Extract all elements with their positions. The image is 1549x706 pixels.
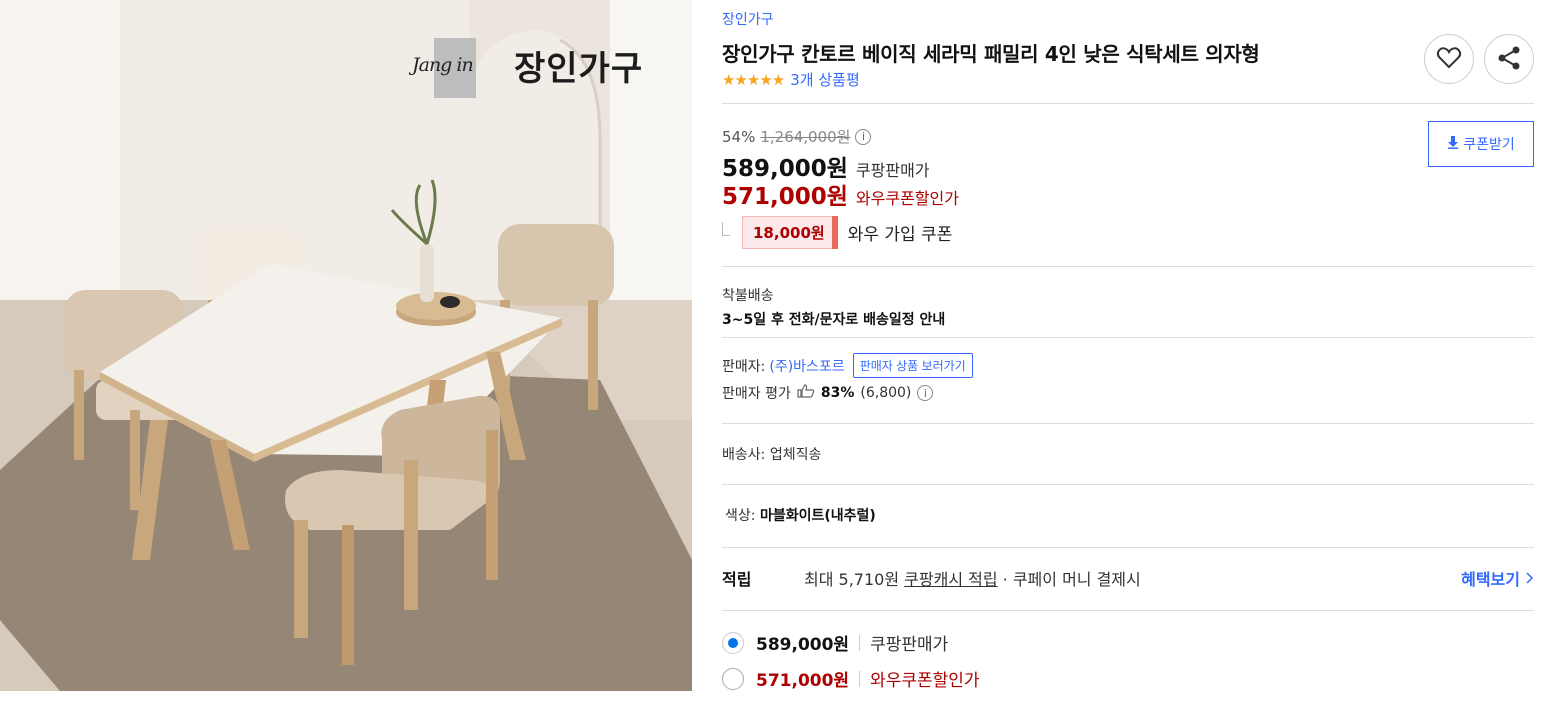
color-value: 마블화이트(내추럴) [759,508,876,524]
share-icon [1496,45,1522,74]
download-coupon-button[interactable]: 쿠폰받기 [1428,121,1534,167]
thumbs-up-icon [797,384,815,402]
info-icon[interactable]: i [855,128,872,145]
coupon-connector [722,221,730,236]
color-option: 색상: 마블화이트(내추럴) [725,505,876,525]
shipping-schedule: 3~5일 후 전화/문자로 배송일정 안내 [722,312,946,328]
coupang-cash-link[interactable]: 쿠팡캐시 적립 [904,570,997,589]
product-page: Jang in 장인가구 장인가구 장인가구 칸토르 베이직 세라믹 패밀리 4… [0,0,1549,706]
reward-suffix: · 쿠페이 머니 결제시 [997,570,1141,589]
color-label: 색상: [725,508,756,524]
price-option-wow[interactable]: 571,000원 와우쿠폰할인가 [722,666,980,691]
wishlist-button[interactable] [1424,34,1474,84]
rating-stars: ★★★★★ [722,70,785,89]
price-option-sale[interactable]: 589,000원 쿠팡판매가 [722,630,948,655]
divider [722,337,1534,338]
coupon-label: 와우 가입 쿠폰 [847,225,953,245]
radio-button[interactable] [722,667,744,690]
seller-label: 판매자: [722,358,766,375]
divider [722,423,1534,424]
seller-info: 판매자: (주)바스포르 판매자 상품 보러가기 [722,353,973,378]
seller-rating-percent: 83% [820,385,855,401]
option-label: 쿠팡판매가 [870,635,949,655]
brand-script-text: Jang in [412,54,474,76]
info-icon[interactable]: i [917,385,934,401]
chevron-right-icon [1526,569,1534,588]
coupon-button-label: 쿠폰받기 [1463,136,1515,152]
product-info-panel: 장인가구 장인가구 칸토르 베이직 세라믹 패밀리 4인 낮은 식탁세트 의자형… [722,0,1534,706]
carrier-label: 배송사: [722,447,766,463]
product-title: 장인가구 칸토르 베이직 세라믹 패밀리 4인 낮은 식탁세트 의자형 [722,42,1260,66]
heart-icon [1436,46,1462,73]
radio-button-selected[interactable] [722,631,744,654]
product-rating[interactable]: ★★★★★ 3개 상품평 [722,69,860,90]
seller-shop-button[interactable]: 판매자 상품 보러가기 [852,353,973,378]
divider [722,103,1534,104]
share-button[interactable] [1484,34,1534,84]
product-image[interactable]: Jang in 장인가구 [0,0,692,691]
view-benefits-link[interactable]: 혜택보기 [1461,566,1534,590]
seller-name-link[interactable]: (주)바스포르 [769,356,844,376]
divider [722,547,1534,548]
download-icon [1447,136,1459,152]
original-price: 1,264,000원 [760,128,851,146]
coupon-amount-tag: 18,000원 [742,216,838,249]
brand-breadcrumb-link[interactable]: 장인가구 [722,9,774,29]
brand-script-logo: Jang in [412,38,476,98]
brand-logo: Jang in 장인가구 [412,38,644,98]
wow-price: 571,000원 [722,184,848,210]
shipping-type: 착불배송 [722,288,774,304]
reward-text: 최대 5,710원 쿠팡캐시 적립 · 쿠페이 머니 결제시 [804,566,1141,590]
coupon-row: 18,000원 와우 가입 쿠폰 [722,216,952,249]
discount-rate: 54% [722,127,756,146]
carrier-value: 업체직송 [769,447,822,463]
carrier-info: 배송사: 업체직송 [722,444,821,464]
reward-row: 적립 최대 5,710원 쿠팡캐시 적립 · 쿠페이 머니 결제시 혜택보기 [722,566,1534,590]
divider [722,266,1534,267]
divider [722,484,1534,485]
divider [722,610,1534,611]
brand-name: 장인가구 [514,48,644,89]
reward-amount: 최대 5,710원 [804,570,900,589]
option-price: 571,000원 [756,671,850,691]
discount-info: 54% 1,264,000원 i [722,126,872,147]
wow-price-label: 와우쿠폰할인가 [855,189,959,208]
review-count-link[interactable]: 3개 상품평 [790,69,860,90]
seller-rating-label: 판매자 평가 [722,386,791,402]
option-price: 589,000원 [756,635,850,655]
option-label: 와우쿠폰할인가 [870,671,980,691]
separator [859,634,861,651]
benefit-label: 혜택보기 [1461,570,1520,589]
product-photo-illustration [0,0,692,691]
separator [859,670,861,687]
seller-rating: 판매자 평가 83% (6,800) i [722,383,934,403]
wow-price-row: 571,000원 와우쿠폰할인가 [722,177,959,211]
reward-label: 적립 [722,570,752,589]
seller-rating-count: (6,800) [860,385,912,401]
